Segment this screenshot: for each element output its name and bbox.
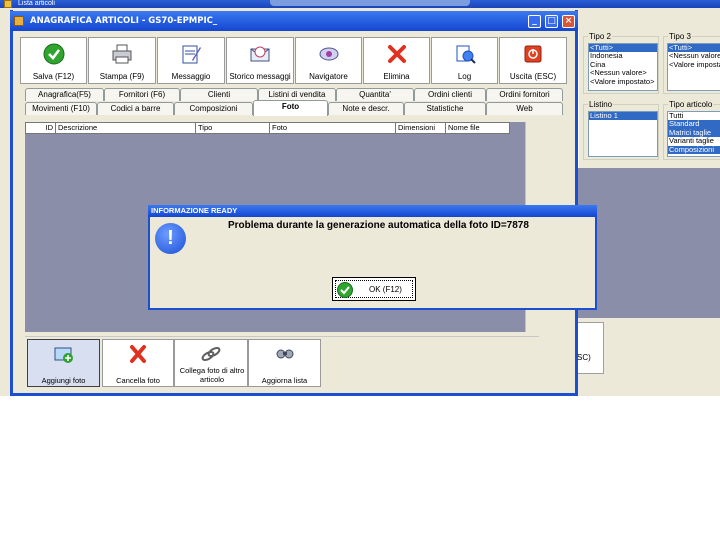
message-history-button[interactable]: Storico messaggi <box>226 37 294 84</box>
exit-button-partial-label: SC) <box>577 353 591 362</box>
listino-title: Listino <box>588 100 614 109</box>
article-window-titlebar[interactable]: ANAGRAFICA ARTICOLI - GS70-EPMPIC_ _ □ × <box>10 11 578 31</box>
link-photo-icon <box>201 347 221 361</box>
delete-photo-icon <box>130 345 146 363</box>
list-item[interactable]: <Valore impostato> <box>589 77 657 86</box>
navigator-label: Navigatore <box>309 72 348 81</box>
ok-check-icon <box>337 282 353 298</box>
tipo2-title: Tipo 2 <box>588 32 612 41</box>
message-button[interactable]: Messaggio <box>157 37 225 84</box>
exit-button[interactable]: Uscita (ESC) <box>499 37 567 84</box>
add-photo-label: Aggiungi foto <box>41 376 86 385</box>
print-label: Stampa (F9) <box>99 72 145 81</box>
delete-photo-label: Cancella foto <box>116 376 160 385</box>
list-item[interactable]: Composizioni <box>668 145 720 155</box>
link-photo-button[interactable]: Collega foto di altro articolo <box>174 339 248 387</box>
list-item[interactable]: Listino 1 <box>589 112 657 121</box>
col-descrizione[interactable]: Descrizione <box>56 123 196 133</box>
tab-ordini-fornitori[interactable]: Ordini fornitori <box>486 88 563 101</box>
info-dialog-titlebar[interactable]: INFORMAZIONE READY <box>148 205 597 217</box>
delete-photo-button[interactable]: Cancella foto <box>102 339 174 387</box>
tab-foto[interactable]: Foto <box>253 100 328 116</box>
tab-quantita[interactable]: Quantita' <box>336 88 414 101</box>
results-area <box>578 168 720 318</box>
col-foto[interactable]: Foto <box>270 123 396 133</box>
outer-scroll-tab[interactable] <box>270 0 470 6</box>
list-item[interactable]: <Valore impostato> <box>668 60 720 69</box>
ok-button[interactable]: OK (F12) <box>332 277 416 301</box>
delete-icon <box>387 45 406 63</box>
add-photo-icon <box>54 347 73 363</box>
tab-statistiche[interactable]: Statistiche <box>404 102 486 115</box>
refresh-list-button[interactable]: Aggiorna lista <box>248 339 321 387</box>
navigator-button[interactable]: Navigatore <box>295 37 362 84</box>
message-icon <box>182 45 201 64</box>
col-id[interactable]: ID <box>26 123 56 133</box>
link-photo-label: Collega foto di altro articolo <box>179 366 245 384</box>
window-title: ANAGRAFICA ARTICOLI - GS70-EPMPIC_ <box>30 16 218 26</box>
save-button[interactable]: Salva (F12) <box>20 37 87 84</box>
log-icon <box>456 45 476 64</box>
tipo2-group: Tipo 2 <Tutti> Indonesia Cina <Nessun va… <box>583 32 659 94</box>
col-tipo[interactable]: Tipo <box>196 123 270 133</box>
tipo2-list[interactable]: <Tutti> Indonesia Cina <Nessun valore> <… <box>588 43 658 91</box>
add-photo-button[interactable]: Aggiungi foto <box>27 339 100 387</box>
col-nome-file[interactable]: Nome file <box>446 123 510 133</box>
tab-fornitori[interactable]: Fornitori (F6) <box>104 88 180 101</box>
message-history-icon <box>250 46 270 62</box>
close-button[interactable]: × <box>562 15 575 28</box>
info-dialog-message: Problema durante la generazione automati… <box>228 220 529 231</box>
ok-label: OK (F12) <box>369 285 402 294</box>
tipo3-title: Tipo 3 <box>668 32 692 41</box>
refresh-list-label: Aggiorna lista <box>261 376 308 385</box>
outer-window-title: Lista articoli <box>18 0 55 7</box>
listino-group: Listino Listino 1 <box>583 100 659 160</box>
listino-list[interactable]: Listino 1 <box>588 111 658 157</box>
grid-header: ID Descrizione Tipo Foto Dimensioni Nome… <box>25 122 510 134</box>
window-icon <box>14 16 24 26</box>
tab-anagrafica[interactable]: Anagrafica(F5) <box>25 88 104 101</box>
print-button[interactable]: Stampa (F9) <box>88 37 156 84</box>
info-icon: ! <box>155 223 186 254</box>
tipo-articolo-group: Tipo articolo Tutti Standard Matrici tag… <box>663 100 720 160</box>
minimize-button[interactable]: _ <box>528 15 541 28</box>
delete-button[interactable]: Elimina <box>363 37 430 84</box>
tipo3-list[interactable]: <Tutti> <Nessun valore> <Valore impostat… <box>667 43 720 91</box>
message-label: Messaggio <box>171 72 211 81</box>
tipo3-group: Tipo 3 <Tutti> <Nessun valore> <Valore i… <box>663 32 720 94</box>
delete-label: Elimina <box>383 72 410 81</box>
tipo-articolo-title: Tipo articolo <box>668 100 714 109</box>
save-label: Salva (F12) <box>32 72 75 81</box>
log-label: Log <box>457 72 472 81</box>
tab-movimenti[interactable]: Movimenti (F10) <box>25 102 97 115</box>
exit-icon <box>524 45 542 63</box>
tipo-articolo-list[interactable]: Tutti Standard Matrici taglie Varianti t… <box>667 111 720 157</box>
save-check-icon <box>43 43 64 65</box>
tab-web[interactable]: Web <box>486 102 563 115</box>
navigator-icon <box>319 47 338 61</box>
exit-label: Uscita (ESC) <box>509 72 557 81</box>
tab-codici-barre[interactable]: Codici a barre <box>97 102 174 115</box>
maximize-button[interactable]: □ <box>545 15 558 28</box>
message-history-label: Storico messaggi <box>229 72 291 81</box>
col-dimensioni[interactable]: Dimensioni <box>396 123 446 133</box>
tab-ordini-clienti[interactable]: Ordini clienti <box>414 88 486 101</box>
tab-clienti[interactable]: Clienti <box>180 88 258 101</box>
printer-icon <box>112 44 132 64</box>
refresh-list-icon <box>276 349 293 359</box>
tab-note-descr[interactable]: Note e descr. <box>328 102 404 115</box>
app-icon <box>4 0 12 8</box>
log-button[interactable]: Log <box>431 37 498 84</box>
tab-composizioni[interactable]: Composizioni <box>174 102 253 115</box>
